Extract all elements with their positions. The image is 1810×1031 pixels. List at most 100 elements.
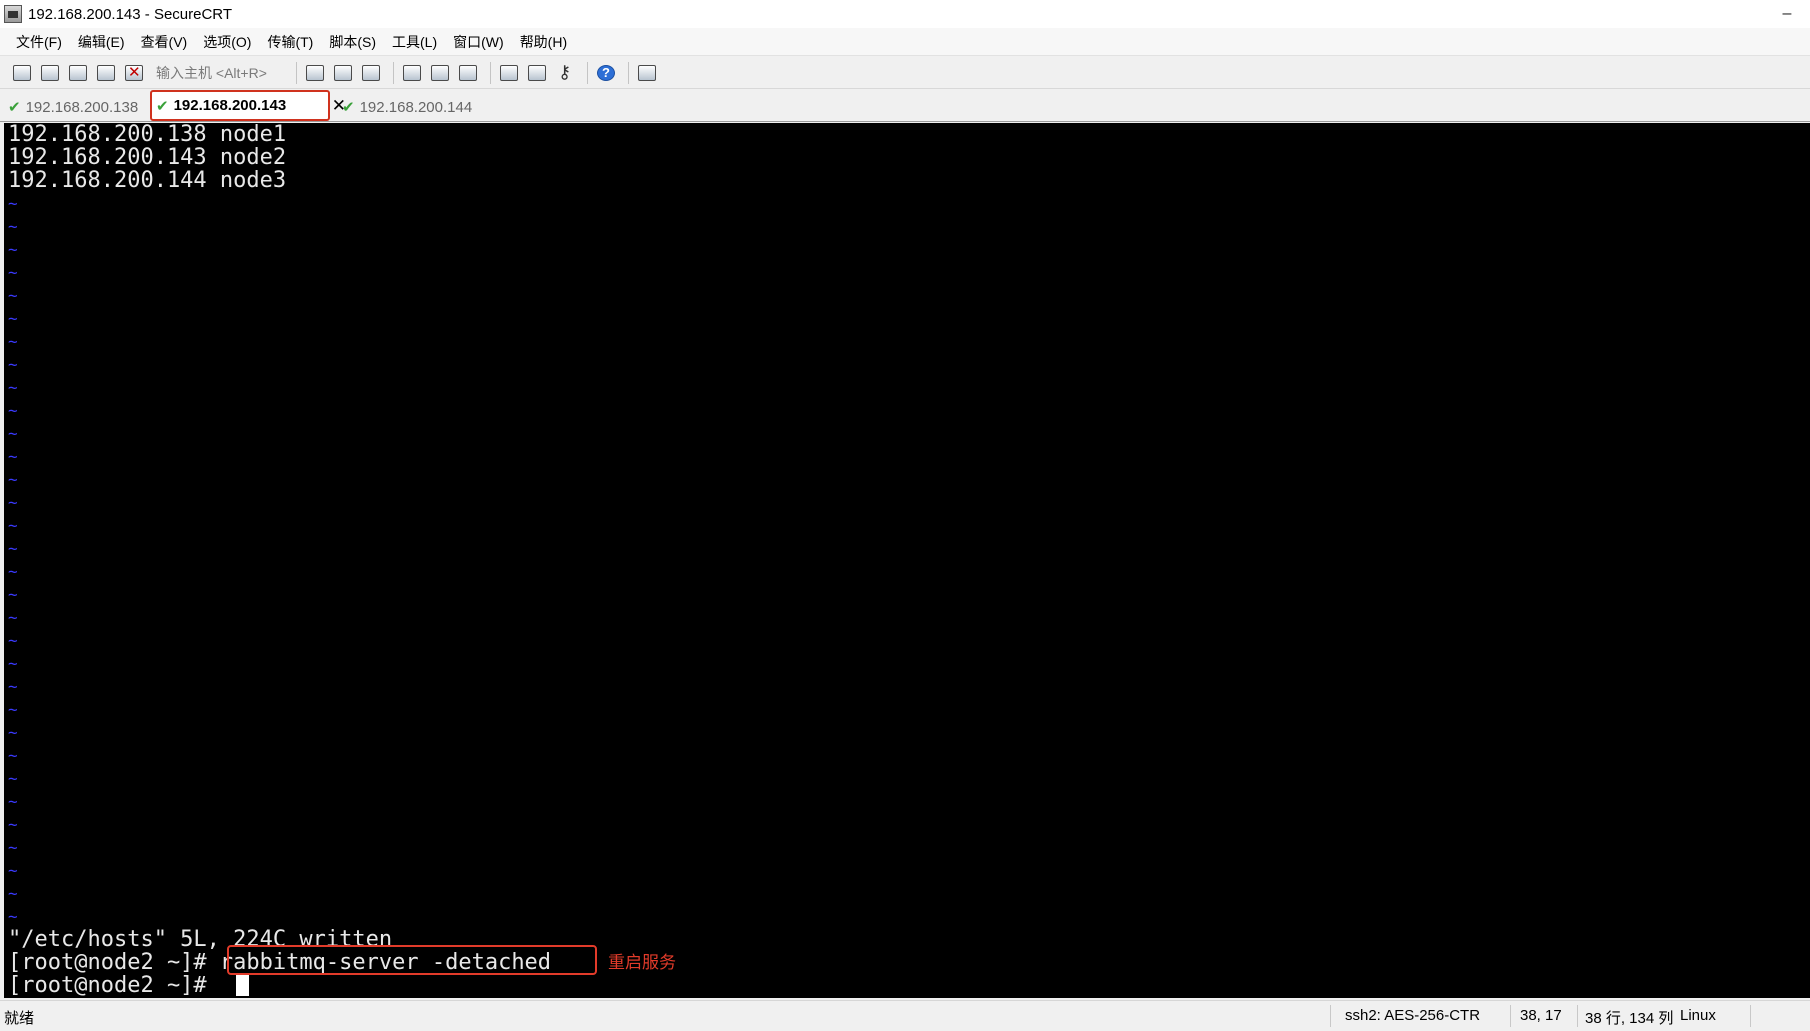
vim-tilde: ~ bbox=[8, 516, 18, 535]
status-encryption: ssh2: AES-256-CTR bbox=[1345, 1007, 1481, 1024]
vim-tilde: ~ bbox=[8, 355, 18, 374]
vim-tilde: ~ bbox=[8, 608, 18, 627]
paste-icon bbox=[334, 64, 352, 81]
connect-icon bbox=[13, 64, 31, 81]
command-highlight-box bbox=[227, 945, 597, 975]
vim-tilde: ~ bbox=[8, 815, 18, 834]
disconnect-button[interactable] bbox=[122, 62, 146, 84]
copy-icon bbox=[306, 64, 324, 81]
tab-session-138[interactable]: ✔ 192.168.200.138 bbox=[4, 94, 150, 120]
help-button[interactable] bbox=[594, 62, 618, 84]
menu-transfer[interactable]: 传输(T) bbox=[259, 32, 321, 52]
last-prompt-line: [root@node2 ~]# bbox=[8, 974, 220, 997]
vim-tilde: ~ bbox=[8, 585, 18, 604]
help-icon bbox=[597, 64, 615, 81]
keymap-button[interactable] bbox=[553, 62, 577, 84]
connected-check-icon: ✔ bbox=[8, 99, 21, 116]
find-icon bbox=[362, 64, 380, 81]
status-separator bbox=[1330, 1005, 1331, 1027]
vim-tilde: ~ bbox=[8, 884, 18, 903]
find-button[interactable] bbox=[359, 62, 383, 84]
vim-tilde: ~ bbox=[8, 309, 18, 328]
minimize-button[interactable]: – bbox=[1764, 0, 1810, 28]
print-selection-button[interactable] bbox=[428, 62, 452, 84]
toolbar-separator bbox=[393, 61, 394, 84]
status-ready: 就绪 bbox=[4, 1010, 35, 1027]
menu-tools[interactable]: 工具(L) bbox=[384, 32, 445, 52]
terminal-screen[interactable]: 192.168.200.138 node1 192.168.200.143 no… bbox=[4, 123, 1810, 998]
menu-bar: 文件(F) 编辑(E) 查看(V) 选项(O) 传输(T) 脚本(S) 工具(L… bbox=[0, 28, 1810, 56]
connect-button[interactable] bbox=[10, 62, 34, 84]
menu-window[interactable]: 窗口(W) bbox=[445, 32, 512, 52]
vim-tilde: ~ bbox=[8, 539, 18, 558]
menu-options[interactable]: 选项(O) bbox=[195, 32, 259, 52]
menu-help[interactable]: 帮助(H) bbox=[512, 32, 575, 52]
paste-button[interactable] bbox=[331, 62, 355, 84]
vim-tilde: ~ bbox=[8, 217, 18, 236]
shell-prompt: [root@node2 ~]# bbox=[8, 950, 220, 975]
status-separator bbox=[1750, 1005, 1751, 1027]
vim-tilde: ~ bbox=[8, 769, 18, 788]
vim-tilde: ~ bbox=[8, 907, 18, 926]
window-title: 192.168.200.143 - SecureCRT bbox=[28, 5, 233, 23]
tab-session-143[interactable]: ✔ 192.168.200.143 ✕ bbox=[150, 90, 346, 121]
session-options-button[interactable] bbox=[497, 62, 521, 84]
vim-tilde: ~ bbox=[8, 654, 18, 673]
reconnect-icon bbox=[97, 64, 115, 81]
vim-tilde: ~ bbox=[8, 470, 18, 489]
shell-prompt: [root@node2 ~]# bbox=[8, 973, 220, 998]
vim-tilde: ~ bbox=[8, 447, 18, 466]
global-options-button[interactable] bbox=[525, 62, 549, 84]
status-separator bbox=[1577, 1005, 1578, 1027]
menu-edit[interactable]: 编辑(E) bbox=[70, 32, 133, 52]
reconnect-button[interactable] bbox=[94, 62, 118, 84]
copy-button[interactable] bbox=[303, 62, 327, 84]
session-options-icon bbox=[500, 64, 518, 81]
vim-tilde: ~ bbox=[8, 263, 18, 282]
status-bar: 就绪 ssh2: AES-256-CTR 38, 17 38 行, 134 列 … bbox=[0, 1000, 1810, 1031]
vim-tilde: ~ bbox=[8, 194, 18, 213]
vim-tilde: ~ bbox=[8, 746, 18, 765]
print-setup-button[interactable] bbox=[456, 62, 480, 84]
menu-view[interactable]: 查看(V) bbox=[133, 32, 196, 52]
toolbar-separator bbox=[296, 61, 297, 84]
vim-tilde: ~ bbox=[8, 378, 18, 397]
toolbar: 输入主机 <Alt+R> bbox=[0, 57, 1810, 89]
keymap-icon bbox=[556, 62, 574, 83]
print-icon bbox=[403, 64, 421, 81]
vim-tilde: ~ bbox=[8, 240, 18, 259]
menu-file[interactable]: 文件(F) bbox=[8, 32, 70, 52]
tab-session-144[interactable]: ✔ 192.168.200.144 bbox=[338, 94, 508, 120]
menu-script[interactable]: 脚本(S) bbox=[321, 32, 384, 52]
vim-tilde: ~ bbox=[8, 286, 18, 305]
vim-tilde: ~ bbox=[8, 838, 18, 857]
vim-tilde: ~ bbox=[8, 493, 18, 512]
tab-label: 192.168.200.144 bbox=[359, 98, 473, 116]
vim-tilde: ~ bbox=[8, 332, 18, 351]
connected-check-icon: ✔ bbox=[342, 99, 355, 116]
quick-connect-button[interactable] bbox=[38, 62, 62, 84]
vim-tilde: ~ bbox=[8, 424, 18, 443]
text-cursor bbox=[236, 975, 249, 996]
sftp-button[interactable] bbox=[635, 62, 659, 84]
vim-tilde: ~ bbox=[8, 562, 18, 581]
vim-tilde: ~ bbox=[8, 677, 18, 696]
vim-tilde: ~ bbox=[8, 861, 18, 880]
quick-connect-icon bbox=[41, 64, 59, 81]
session-tab-bar: ✔ 192.168.200.138 ✔ 192.168.200.143 ✕ ✔ … bbox=[0, 90, 1810, 122]
securecrt-window: 192.168.200.143 - SecureCRT – 文件(F) 编辑(E… bbox=[0, 0, 1810, 1031]
print-selection-icon bbox=[431, 64, 449, 81]
toolbar-separator bbox=[490, 61, 491, 84]
app-icon bbox=[4, 5, 22, 23]
print-button[interactable] bbox=[400, 62, 424, 84]
tab-label: 192.168.200.138 bbox=[25, 98, 139, 116]
title-bar: 192.168.200.143 - SecureCRT – bbox=[0, 0, 1810, 28]
status-separator bbox=[1510, 1005, 1511, 1027]
connect-in-tab-button[interactable] bbox=[66, 62, 90, 84]
disconnect-icon bbox=[125, 63, 143, 81]
hosts-line: 192.168.200.143 node2 bbox=[8, 145, 287, 170]
print-setup-icon bbox=[459, 64, 477, 81]
tab-label: 192.168.200.143 bbox=[173, 97, 287, 114]
hosts-line: 192.168.200.138 node1 bbox=[8, 123, 287, 147]
quick-connect-field[interactable]: 输入主机 <Alt+R> bbox=[150, 63, 290, 83]
